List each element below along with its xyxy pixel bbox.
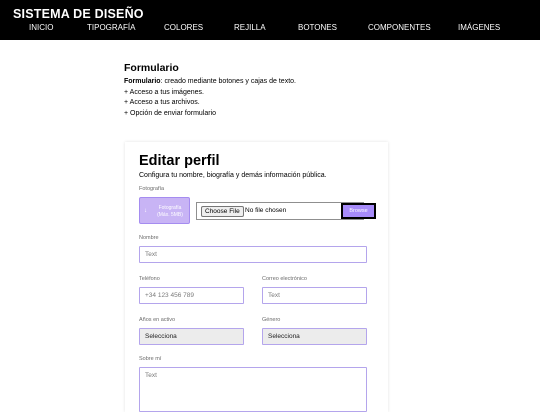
choose-file-button[interactable]: Choose File — [201, 206, 244, 217]
nav-item-colores[interactable]: COLORES — [164, 23, 203, 32]
section-description: Formulario: creado mediante botones y ca… — [124, 77, 424, 88]
nav-item-imagenes[interactable]: IMÁGENES — [458, 23, 500, 32]
gender-label: Género — [262, 317, 281, 323]
photo-label: Fotografía — [139, 186, 165, 192]
nav-item-rejilla[interactable]: REJILLA — [234, 23, 266, 32]
phone-label: Teléfono — [139, 276, 160, 282]
about-label: Sobre mí — [139, 356, 162, 362]
nav-item-componentes[interactable]: COMPONENTES — [368, 23, 431, 32]
email-input[interactable]: Text — [262, 287, 367, 304]
about-textarea[interactable]: Text — [139, 367, 367, 412]
email-label: Correo electrónico — [262, 276, 307, 282]
browse-button[interactable]: Browse — [341, 203, 376, 219]
file-input[interactable]: Choose File No file chosen — [196, 202, 364, 220]
gender-select[interactable]: Selecciona — [262, 328, 367, 345]
nav-item-inicio[interactable]: INICIO — [29, 23, 53, 32]
section-heading: Formulario — [124, 62, 179, 74]
feature-item-submit: + Opción de enviar formulario — [124, 109, 217, 117]
photo-upload-button[interactable]: ↓ Fotografía (Máx. 5MB) — [139, 197, 190, 224]
description-bold: Formulario — [124, 78, 161, 85]
download-arrow-icon: ↓ — [144, 208, 147, 214]
top-navigation-bar: SISTEMA DE DISEÑO INICIO TIPOGRAFÍA COLO… — [0, 0, 540, 40]
years-active-label: Años en activo — [139, 317, 176, 323]
card-subtitle: Configura tu nombre, biografía y demás i… — [139, 172, 327, 179]
nav-item-botones[interactable]: BOTONES — [298, 23, 337, 32]
name-label: Nombre — [139, 235, 159, 241]
feature-item-images: + Acceso a tus imágenes. — [124, 88, 204, 96]
edit-profile-card: Editar perfil Configura tu nombre, biogr… — [125, 142, 388, 412]
file-status-text: No file chosen — [245, 207, 287, 214]
name-input[interactable]: Text — [139, 246, 367, 263]
brand-title: SISTEMA DE DISEÑO — [13, 7, 144, 21]
photo-button-label: Fotografía — [158, 205, 182, 211]
form-intro-section: Formulario Formulario: creado mediante b… — [124, 62, 424, 119]
card-title: Editar perfil — [139, 153, 220, 169]
years-active-select[interactable]: Selecciona — [139, 328, 244, 345]
description-text: : creado mediante botones y cajas de tex… — [160, 78, 296, 85]
nav-item-tipografia[interactable]: TIPOGRAFÍA — [87, 23, 135, 32]
feature-item-files: + Acceso a tus archivos. — [124, 99, 200, 106]
phone-input[interactable]: +34 123 456 789 — [139, 287, 244, 304]
photo-button-size-hint: (Máx. 5MB) — [157, 212, 183, 218]
